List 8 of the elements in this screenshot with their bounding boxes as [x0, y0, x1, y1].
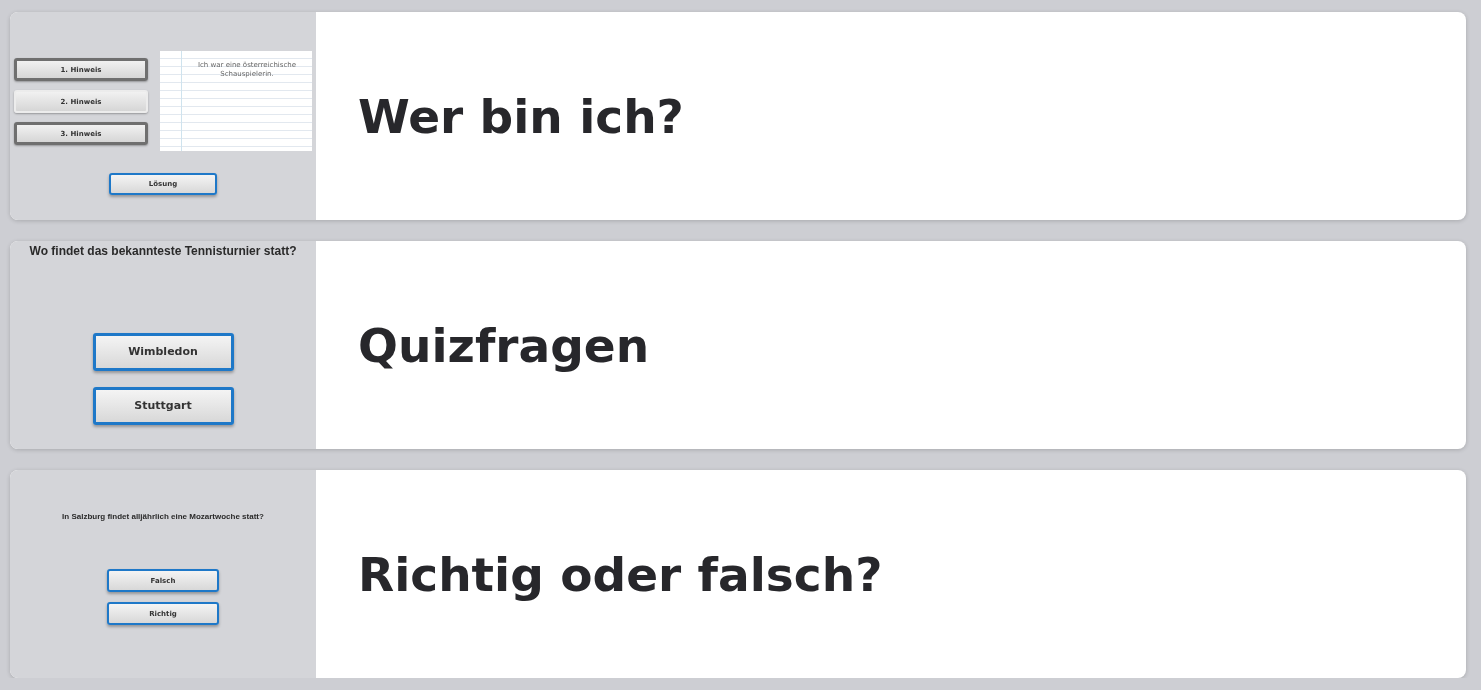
question-text: In Salzburg findet alljährlich eine Mozartwoche statt?	[62, 512, 264, 523]
answer-button[interactable]: Stuttgart	[92, 386, 234, 425]
answer-button[interactable]: Wimbledon	[92, 332, 234, 371]
card-title: Richtig oder falsch?	[358, 546, 883, 602]
question-text: Wo findet das bekannteste Tennisturnier statt?	[29, 244, 297, 260]
card-title: Quizfragen	[358, 317, 650, 373]
activity-card[interactable]: Wo findet das bekannteste Tennisturnier statt? Wimbledon Stuttgart Quizfragen	[10, 241, 1466, 449]
card-title: Wer bin ich?	[358, 88, 684, 144]
